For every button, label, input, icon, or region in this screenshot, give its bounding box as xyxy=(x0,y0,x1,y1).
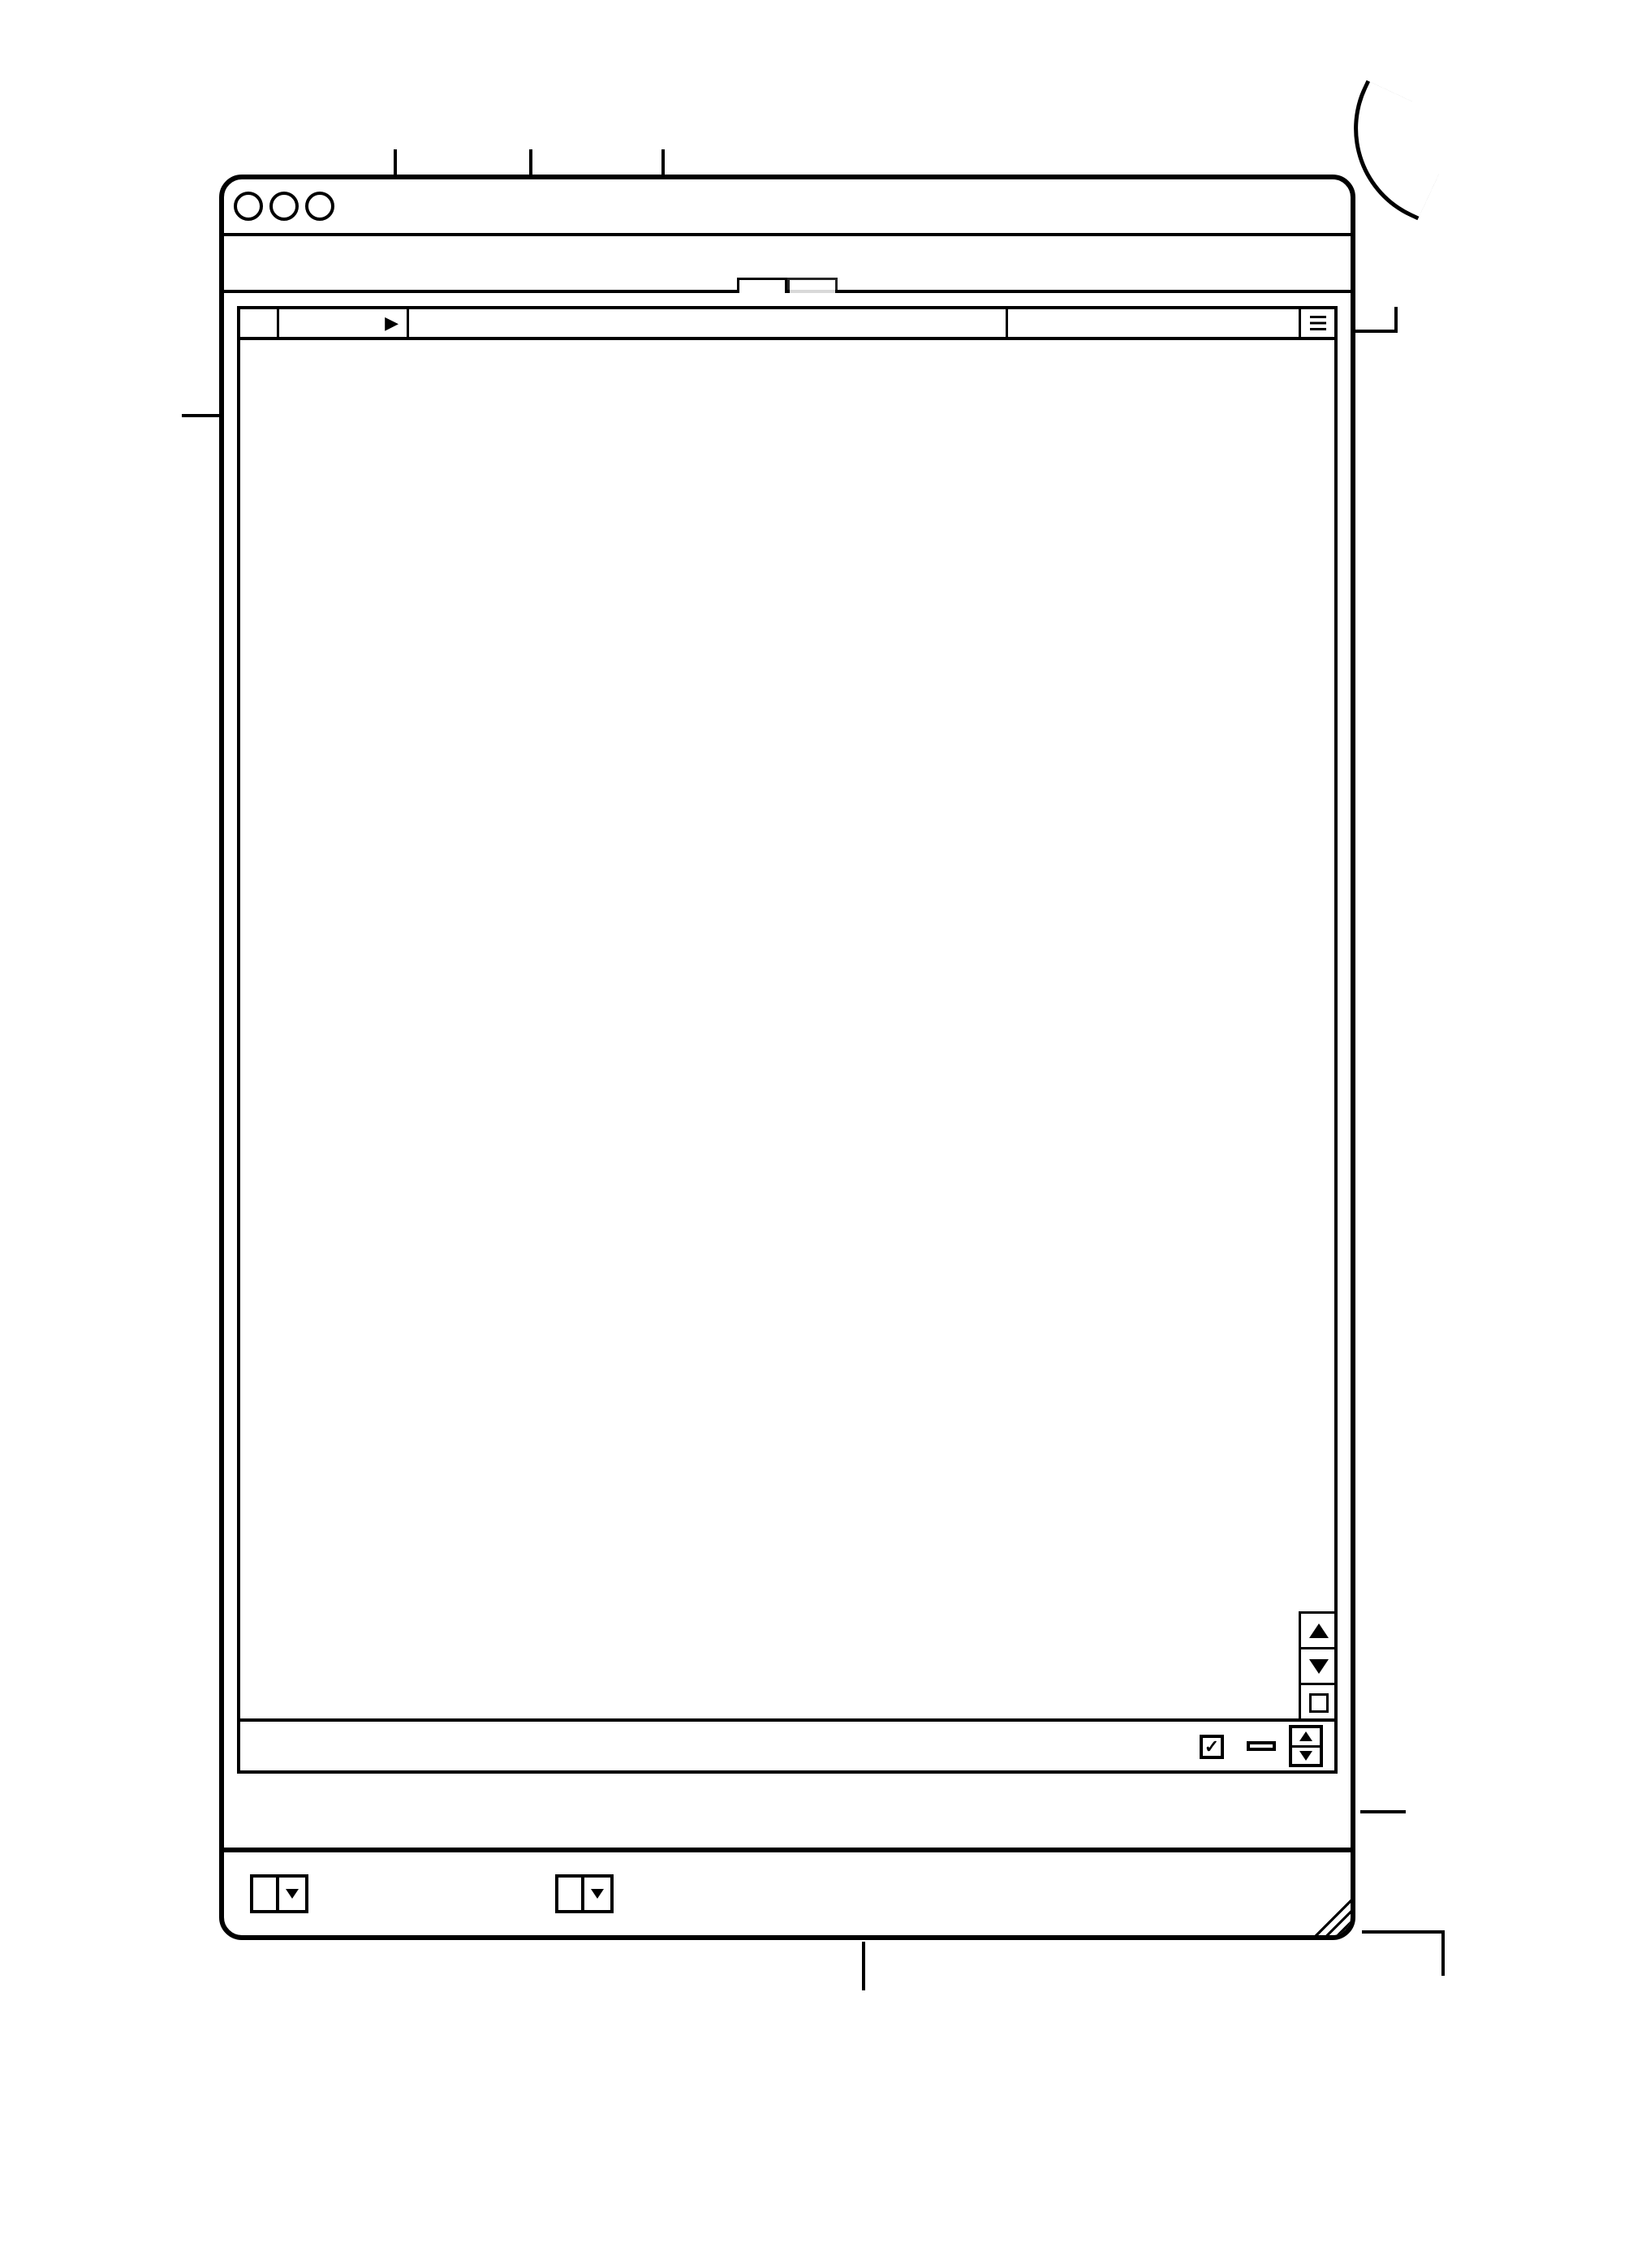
titlebar[interactable] xyxy=(224,179,1351,236)
sort-desc-icon: ▶ xyxy=(385,313,399,334)
column-header-total[interactable]: ▶ xyxy=(279,309,409,337)
dropdown-icon[interactable] xyxy=(581,1878,610,1910)
table-header-row: ▶ xyxy=(240,309,1334,340)
resize-grip-icon[interactable] xyxy=(1315,1899,1351,1935)
scroll-corner-icon xyxy=(1301,1683,1334,1718)
scroll-up-icon[interactable] xyxy=(1301,1611,1334,1647)
table-container: ▶ xyxy=(237,306,1338,1774)
tab-bar xyxy=(224,236,1351,293)
stepper-up-icon[interactable] xyxy=(1292,1728,1320,1745)
column-header-library[interactable] xyxy=(1008,309,1299,337)
vertical-scrollbar[interactable] xyxy=(1299,1611,1334,1718)
traffic-lights[interactable] xyxy=(234,192,334,221)
process-dropdown[interactable] xyxy=(250,1874,308,1913)
dropdown-icon[interactable] xyxy=(276,1878,305,1910)
heavy-view-button[interactable] xyxy=(1247,1741,1276,1751)
ref-arrow-100 xyxy=(1331,106,1477,179)
tab-profile[interactable] xyxy=(737,278,787,293)
stepper-down-icon[interactable] xyxy=(1292,1745,1320,1765)
table-body xyxy=(240,340,1334,1718)
footer-bar xyxy=(224,1848,1351,1935)
scroll-down-icon[interactable] xyxy=(1301,1647,1334,1683)
column-resize-grip[interactable] xyxy=(1299,309,1334,337)
sort-indicator-column[interactable] xyxy=(240,309,279,337)
stepper[interactable] xyxy=(1289,1725,1323,1767)
filter-toggle[interactable] xyxy=(1200,1732,1229,1760)
status-bar xyxy=(240,1718,1334,1770)
filter-checkbox-icon[interactable] xyxy=(1200,1735,1224,1759)
profiler-window: ▶ xyxy=(219,175,1355,1940)
tab-chart[interactable] xyxy=(787,278,838,293)
close-icon[interactable] xyxy=(234,192,263,221)
thread-dropdown[interactable] xyxy=(555,1874,614,1913)
minimize-icon[interactable] xyxy=(269,192,299,221)
zoom-icon[interactable] xyxy=(305,192,334,221)
column-header-symbol[interactable] xyxy=(409,309,1008,337)
